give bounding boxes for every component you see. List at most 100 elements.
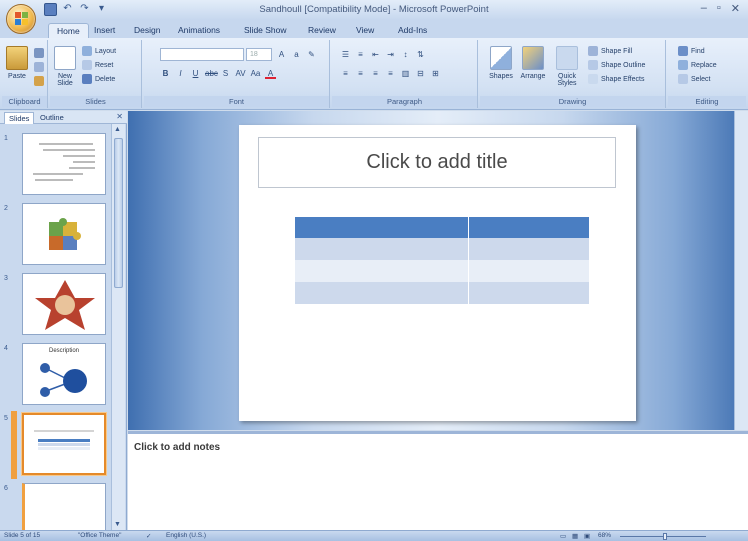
arrange-icon: [522, 46, 544, 70]
theme-name: "Office Theme": [78, 532, 122, 539]
view-normal-icon[interactable]: ▭: [560, 532, 566, 540]
close-pane-icon[interactable]: ✕: [116, 112, 123, 121]
align-right-icon[interactable]: ≡: [370, 68, 381, 79]
clear-format-icon[interactable]: ✎: [306, 49, 317, 60]
slide-thumbnail-2[interactable]: [22, 203, 106, 265]
font-group: 18 A a ✎ B I U abc S AV Aa A Font: [144, 40, 330, 108]
shadow-icon[interactable]: S: [220, 68, 231, 79]
replace-button[interactable]: Replace: [678, 60, 717, 70]
maximize-button[interactable]: ▫: [717, 2, 721, 15]
table-cell[interactable]: [295, 282, 469, 304]
scroll-down-icon[interactable]: ▼: [114, 521, 121, 528]
scroll-up-icon[interactable]: ▲: [114, 126, 121, 133]
numbering-icon[interactable]: ≡: [355, 49, 366, 60]
select-button[interactable]: Select: [678, 74, 710, 84]
justify-icon[interactable]: ≡: [385, 68, 396, 79]
table-cell[interactable]: [468, 238, 590, 260]
shape-fill-label: Shape Fill: [601, 47, 633, 55]
table-cell[interactable]: [468, 282, 590, 304]
tab-slides[interactable]: Slides: [4, 112, 35, 124]
view-slideshow-icon[interactable]: ▣: [584, 532, 590, 540]
slide-thumbnail-3[interactable]: [22, 273, 106, 335]
thumb-number: 5: [4, 415, 8, 422]
slide-thumbnail-4[interactable]: Description: [22, 343, 106, 405]
align-center-icon[interactable]: ≡: [355, 68, 366, 79]
increase-indent-icon[interactable]: ⇥: [385, 49, 396, 60]
slide-table[interactable]: [295, 217, 590, 304]
grow-font-icon[interactable]: A: [276, 49, 287, 60]
layout-icon: [82, 46, 92, 56]
shapes-button[interactable]: Shapes: [488, 46, 514, 80]
italic-icon[interactable]: I: [175, 68, 186, 79]
shape-fill-button[interactable]: Shape Fill: [588, 46, 632, 56]
tab-insert[interactable]: Insert: [86, 23, 123, 39]
notes-placeholder[interactable]: Click to add notes: [134, 442, 220, 453]
font-size-box[interactable]: 18: [246, 48, 272, 61]
arrange-button[interactable]: Arrange: [520, 46, 546, 80]
tab-animations[interactable]: Animations: [170, 23, 228, 39]
scroll-thumb[interactable]: [114, 138, 123, 288]
align-text-icon[interactable]: ⊟: [415, 68, 426, 79]
find-button[interactable]: Find: [678, 46, 705, 56]
font-color-icon[interactable]: A: [265, 68, 276, 79]
table-cell[interactable]: [468, 217, 590, 238]
shrink-font-icon[interactable]: a: [291, 49, 302, 60]
tab-design[interactable]: Design: [126, 23, 168, 39]
strikethrough-icon[interactable]: abc: [205, 68, 218, 79]
copy-button[interactable]: [34, 62, 44, 72]
slide-thumbnail-5[interactable]: [22, 413, 106, 475]
slide-thumbnail-6[interactable]: [22, 483, 106, 533]
table-cell[interactable]: [295, 217, 469, 238]
font-name-box[interactable]: [160, 48, 244, 61]
tab-home[interactable]: Home: [48, 23, 89, 39]
smartart-icon[interactable]: ⊞: [430, 68, 441, 79]
tab-view[interactable]: View: [348, 23, 382, 39]
layout-button[interactable]: Layout: [82, 46, 116, 56]
table-cell[interactable]: [295, 260, 469, 282]
minimize-button[interactable]: –: [701, 2, 707, 15]
slides-pane-scrollbar[interactable]: ▲ ▼: [111, 124, 125, 530]
spelling-icon[interactable]: ✓: [146, 532, 151, 540]
zoom-knob[interactable]: [663, 533, 667, 540]
clipboard-group-label: Clipboard: [2, 96, 47, 107]
quick-styles-button[interactable]: Quick Styles: [554, 46, 580, 87]
format-painter-button[interactable]: [34, 76, 44, 86]
title-placeholder[interactable]: Click to add title: [258, 137, 616, 188]
text-direction-icon[interactable]: ⇅: [415, 49, 426, 60]
bold-icon[interactable]: B: [160, 68, 171, 79]
close-button[interactable]: ✕: [731, 2, 740, 15]
align-left-icon[interactable]: ≡: [340, 68, 351, 79]
title-bar: ↶ ↷ ▾ Sandhoull [Compatibility Mode] - M…: [0, 0, 748, 20]
table-cell[interactable]: [468, 260, 590, 282]
slide-scrollbar[interactable]: [734, 111, 748, 430]
slide-canvas[interactable]: Click to add title: [239, 125, 636, 421]
underline-icon[interactable]: U: [190, 68, 201, 79]
notes-pane[interactable]: Click to add notes: [128, 431, 748, 530]
delete-button[interactable]: Delete: [82, 74, 115, 84]
line-spacing-icon[interactable]: ↕: [400, 49, 411, 60]
new-slide-button[interactable]: New Slide: [52, 46, 78, 87]
shape-effects-button[interactable]: Shape Effects: [588, 74, 644, 84]
zoom-slider[interactable]: [608, 533, 718, 540]
shape-outline-button[interactable]: Shape Outline: [588, 60, 645, 70]
cut-icon: [34, 48, 44, 58]
slide-thumbnail-1[interactable]: [22, 133, 106, 195]
cut-button[interactable]: [34, 48, 44, 58]
change-case-icon[interactable]: Aa: [250, 68, 261, 79]
office-button[interactable]: [6, 4, 36, 34]
reset-button[interactable]: Reset: [82, 60, 113, 70]
tab-review[interactable]: Review: [300, 23, 344, 39]
tab-slide-show[interactable]: Slide Show: [236, 23, 295, 39]
tab-outline[interactable]: Outline: [36, 112, 68, 123]
bullets-icon[interactable]: ☰: [340, 49, 351, 60]
char-spacing-icon[interactable]: AV: [235, 68, 246, 79]
decrease-indent-icon[interactable]: ⇤: [370, 49, 381, 60]
columns-icon[interactable]: ▥: [400, 68, 411, 79]
fill-icon: [588, 46, 598, 56]
table-row: [295, 260, 590, 282]
paste-button[interactable]: Paste: [4, 46, 30, 80]
find-label: Find: [691, 47, 705, 55]
view-sorter-icon[interactable]: ▦: [572, 532, 578, 540]
table-cell[interactable]: [295, 238, 469, 260]
tab-add-ins[interactable]: Add-Ins: [390, 23, 435, 39]
